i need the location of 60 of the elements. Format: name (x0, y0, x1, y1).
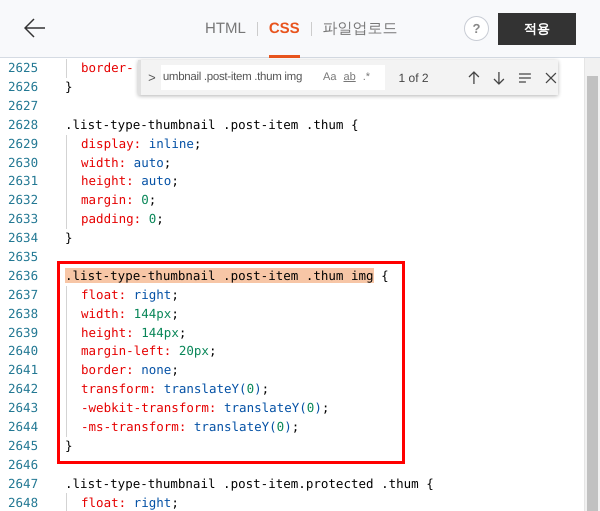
code-line: margin: 0; (81, 191, 156, 210)
expand-toggle[interactable]: > (143, 68, 161, 88)
line-number: 2633 (7, 210, 40, 228)
line-number: 2629 (7, 134, 40, 153)
code-line: float: right; (81, 494, 179, 511)
previous-match-icon[interactable] (466, 70, 480, 84)
line-number: 2626 (7, 78, 40, 96)
line-number: 2648 (7, 494, 40, 511)
line-number: 2632 (7, 191, 40, 210)
code-line: .list-type-thumbnail .post-item .thum { (65, 116, 359, 134)
line-number: 2625 (7, 59, 40, 78)
code-line: height: 144px; (81, 324, 186, 342)
line-number: 2635 (7, 248, 40, 266)
whole-word-toggle[interactable]: ab (343, 69, 356, 86)
code-line: border: none; (81, 361, 179, 380)
next-match-icon[interactable] (492, 70, 506, 84)
line-number: 2644 (7, 418, 40, 436)
code-line: .list-type-thumbnail .post-item .thum img { (65, 266, 389, 285)
line-number: 2643 (7, 399, 40, 418)
back-arrow-icon[interactable] (24, 18, 46, 38)
close-icon[interactable] (544, 70, 558, 84)
code-line: -ms-transform: translateY(0); (81, 418, 300, 436)
code-line: -webkit-transform: translateY(0); (81, 399, 330, 418)
code-line: } (65, 436, 73, 455)
code-line: height: auto; (81, 172, 179, 190)
regex-toggle[interactable]: .* (362, 69, 370, 86)
line-number: 2630 (7, 154, 40, 172)
line-number: 2642 (7, 380, 40, 398)
scrollbar[interactable] (584, 58, 600, 511)
match-count: 1 of 2 (398, 70, 429, 86)
code-line: float: right; (81, 286, 179, 304)
code-line: margin-left: 20px; (81, 342, 216, 360)
match-case-toggle[interactable]: Aa (323, 69, 336, 86)
line-number: 2628 (7, 116, 40, 134)
line-number: 2640 (7, 342, 40, 360)
line-number: 2639 (7, 324, 40, 342)
code-line: } (65, 78, 73, 96)
code-line: } (65, 229, 73, 248)
apply-button[interactable]: 적용 (498, 13, 576, 45)
line-number: 2638 (7, 304, 40, 323)
line-number: 2647 (7, 474, 40, 493)
code-line: width: auto; (81, 154, 172, 172)
line-number: 2646 (7, 456, 40, 474)
line-number: 2636 (7, 266, 40, 285)
code-line: transform: translateY(0); (81, 380, 270, 398)
line-number: 2627 (7, 96, 40, 115)
editor-tab[interactable]: 파일업로드 (322, 0, 398, 58)
code-line: padding: 0; (81, 210, 164, 228)
line-number: 2634 (7, 229, 40, 248)
find-in-selection-icon[interactable] (518, 70, 532, 84)
code-line: .list-type-thumbnail .post-item.protected .thum { (65, 474, 434, 493)
line-number: 2631 (7, 172, 40, 190)
editor-tab[interactable]: HTML (205, 0, 246, 58)
code-line: border- (81, 59, 134, 78)
code-line: display: inline; (81, 134, 202, 153)
help-button[interactable]: ? (464, 16, 489, 41)
line-number: 2645 (7, 436, 40, 455)
line-number: 2641 (7, 361, 40, 380)
line-number: 2637 (7, 286, 40, 304)
code-line: width: 144px; (81, 304, 179, 323)
